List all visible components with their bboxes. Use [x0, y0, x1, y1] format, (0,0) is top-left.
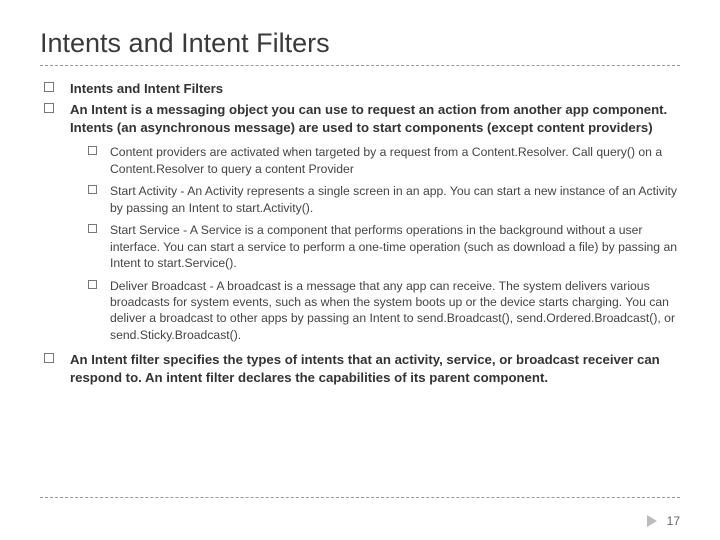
slide: Intents and Intent Filters Intents and I… — [0, 0, 720, 540]
divider-top — [40, 65, 680, 66]
bullet-3: An Intent filter specifies the types of … — [44, 351, 680, 386]
bullet-2-pre: An Intent is a messaging object you can … — [70, 102, 667, 117]
bullet-2-bold: Intents — [70, 120, 113, 135]
sub-2: Start Activity - An Activity represents … — [88, 183, 680, 216]
sub-3: Start Service - A Service is a component… — [88, 222, 680, 271]
bullet-1: Intents and Intent Filters — [44, 80, 680, 97]
arrow-icon — [647, 515, 657, 527]
outer-list: Intents and Intent Filters An Intent is … — [44, 80, 680, 386]
bullet-2-post: (an asynchronous message) are used to st… — [113, 120, 652, 135]
page-number: 17 — [667, 514, 680, 528]
sub-1: Content providers are activated when tar… — [88, 144, 680, 177]
slide-title: Intents and Intent Filters — [40, 28, 680, 59]
bullet-2: An Intent is a messaging object you can … — [44, 101, 680, 343]
inner-list: Content providers are activated when tar… — [88, 144, 680, 343]
divider-bottom — [40, 497, 680, 498]
sub-4: Deliver Broadcast - A broadcast is a mes… — [88, 278, 680, 344]
footer: 17 — [647, 514, 680, 528]
